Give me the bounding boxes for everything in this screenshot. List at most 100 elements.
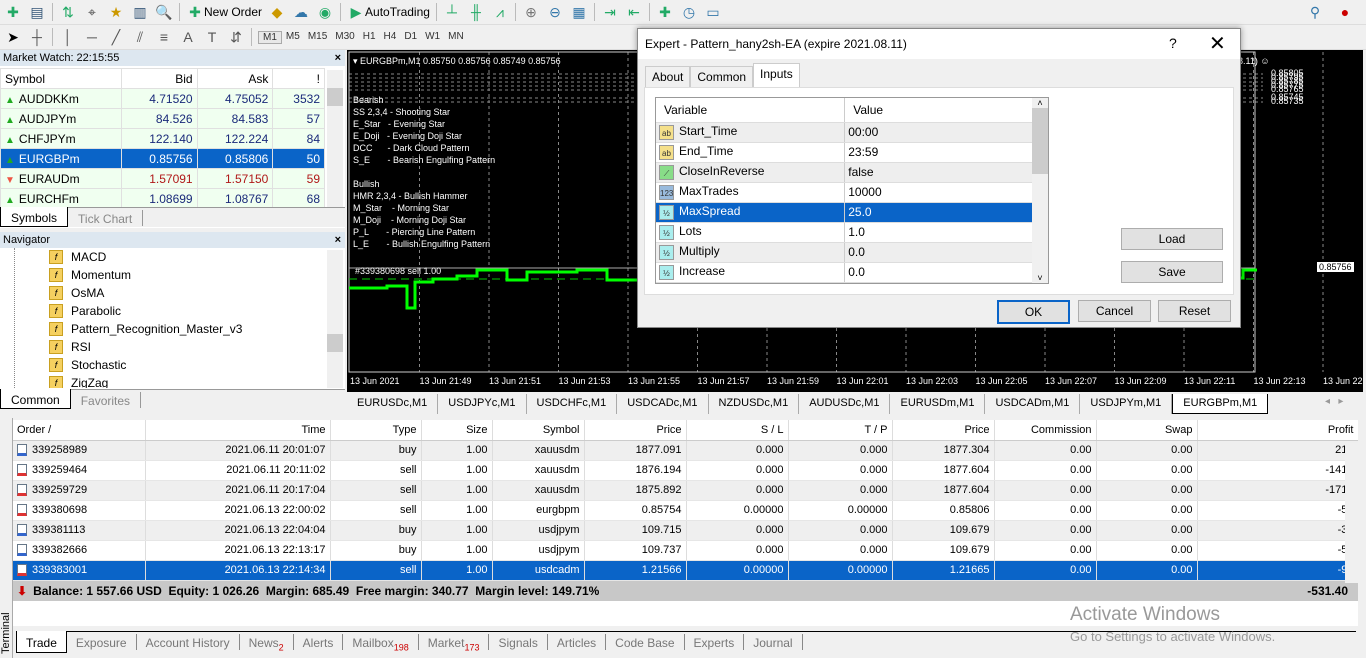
- trendline-icon[interactable]: ╱: [107, 28, 125, 46]
- tab-trade[interactable]: Trade: [16, 631, 67, 653]
- text-icon[interactable]: A: [179, 28, 197, 46]
- timeframe-m30[interactable]: M30: [331, 31, 358, 44]
- navigator-item[interactable]: f ZigZag: [15, 374, 345, 388]
- input-value[interactable]: 0.0: [844, 262, 1034, 283]
- tab-scroll-arrows[interactable]: ◂ ▸: [1325, 396, 1343, 407]
- navigator-item[interactable]: f RSI: [15, 338, 345, 356]
- text-label-icon[interactable]: T: [203, 28, 221, 46]
- input-row[interactable]: ab End_Time 23:59: [656, 142, 1034, 163]
- ok-button[interactable]: OK: [997, 300, 1070, 324]
- tab-account-history[interactable]: Account History: [137, 634, 240, 650]
- tab-articles[interactable]: Articles: [548, 634, 607, 650]
- arrows-icon[interactable]: ⇵: [227, 28, 245, 46]
- horizontal-line-icon[interactable]: ─: [83, 28, 101, 46]
- zoom-out-icon[interactable]: ⊖: [546, 3, 564, 21]
- column-header[interactable]: Swap: [1096, 420, 1198, 441]
- notifications-icon[interactable]: ●: [1336, 3, 1354, 21]
- tab-journal[interactable]: Journal: [744, 634, 803, 650]
- tab-code-base[interactable]: Code Base: [606, 634, 685, 650]
- column-header[interactable]: Symbol: [0, 68, 122, 89]
- timeframe-d1[interactable]: D1: [400, 31, 421, 44]
- load-button[interactable]: Load: [1121, 228, 1223, 250]
- market-watch-icon[interactable]: ⇅: [59, 3, 77, 21]
- chart-shift-icon[interactable]: ⇤: [625, 3, 643, 21]
- column-header[interactable]: S / L: [686, 420, 789, 441]
- chart-tab[interactable]: AUDUSDc,M1: [799, 394, 891, 414]
- cursor-icon[interactable]: ➤: [4, 28, 22, 46]
- column-header[interactable]: Price: [892, 420, 995, 441]
- tab-signals[interactable]: Signals: [489, 634, 548, 650]
- input-row[interactable]: 123 MaxTrades 10000: [656, 182, 1034, 203]
- timeframe-h1[interactable]: H1: [359, 31, 380, 44]
- equidistant-channel-icon[interactable]: ⫽: [131, 28, 149, 46]
- timeframe-m5[interactable]: M5: [282, 31, 304, 44]
- input-value[interactable]: 23:59: [844, 142, 1034, 163]
- cancel-button[interactable]: Cancel: [1078, 300, 1151, 322]
- column-header[interactable]: Bid: [120, 68, 198, 89]
- navigator-item[interactable]: f Stochastic: [15, 356, 345, 374]
- chart-tab[interactable]: EURGBPm,M1: [1172, 394, 1269, 414]
- input-row[interactable]: ½ Multiply 0.0: [656, 242, 1034, 263]
- input-row[interactable]: ½ Lots 1.0: [656, 222, 1034, 243]
- reset-button[interactable]: Reset: [1158, 300, 1231, 322]
- tab-mailbox[interactable]: Mailbox198: [343, 634, 419, 652]
- chart-tab[interactable]: EURUSDc,M1: [347, 394, 439, 414]
- candlestick-icon[interactable]: ╫: [467, 3, 485, 21]
- help-button[interactable]: ?: [1169, 35, 1177, 51]
- column-header[interactable]: Symbol: [492, 420, 585, 441]
- symbol-row[interactable]: ▲ AUDDKKm 4.71520 4.75052 3532: [0, 88, 325, 109]
- symbol-row[interactable]: ▲ CHFJPYm 122.140 122.224 84: [0, 128, 325, 149]
- tab-market[interactable]: Market173: [419, 634, 490, 652]
- templates-icon[interactable]: ▭: [704, 3, 722, 21]
- navigator-item[interactable]: f OsMA: [15, 284, 345, 302]
- chart-tab[interactable]: USDCHFc,M1: [527, 394, 618, 414]
- scrollbar[interactable]: ˄ ˅: [1032, 98, 1048, 283]
- input-value[interactable]: 1.0: [844, 222, 1034, 243]
- scrollbar[interactable]: [327, 250, 343, 388]
- timeframe-h4[interactable]: H4: [380, 31, 401, 44]
- tile-windows-icon[interactable]: ▦: [570, 3, 588, 21]
- trade-row[interactable]: 339258989 2021.06.11 20:01:07 buy 1.00 xauus…: [13, 440, 1358, 461]
- tab-tick-chart[interactable]: Tick Chart: [68, 210, 144, 226]
- close-button[interactable]: ✕: [1209, 31, 1226, 56]
- column-header[interactable]: Ask: [196, 68, 274, 89]
- indicators-icon[interactable]: ✚: [656, 3, 674, 21]
- close-icon[interactable]: ×: [335, 50, 341, 66]
- periods-icon[interactable]: ◷: [680, 3, 698, 21]
- terminal-icon[interactable]: ▥: [131, 3, 149, 21]
- tab-symbols[interactable]: Symbols: [0, 207, 69, 227]
- input-value[interactable]: 10000: [844, 182, 1034, 203]
- column-header[interactable]: Size: [421, 420, 493, 441]
- crosshair-tool-icon[interactable]: ┼: [28, 28, 46, 46]
- tab-favorites[interactable]: Favorites: [71, 392, 142, 408]
- input-row[interactable]: ½ Increase 0.0: [656, 262, 1034, 283]
- trade-row[interactable]: 339383001 2021.06.13 22:14:34 sell 1.00 usdc…: [13, 560, 1358, 581]
- tab-inputs[interactable]: Inputs: [753, 63, 800, 88]
- tab-common[interactable]: Common: [0, 389, 71, 409]
- tab-experts[interactable]: Experts: [685, 634, 745, 650]
- navigator-item[interactable]: f MACD: [15, 248, 345, 266]
- tab-about[interactable]: About: [645, 66, 691, 88]
- column-header[interactable]: Profit: [1197, 420, 1358, 441]
- autotrading-button[interactable]: ▶ AutoTrading: [347, 3, 430, 21]
- chart-tab[interactable]: USDCADm,M1: [985, 394, 1081, 414]
- input-value[interactable]: false: [844, 162, 1034, 183]
- input-value[interactable]: 0.0: [844, 242, 1034, 263]
- vps-icon[interactable]: ☁: [292, 3, 310, 21]
- scrollbar[interactable]: [327, 70, 343, 207]
- zoom-in-icon[interactable]: ⊕: [522, 3, 540, 21]
- column-header[interactable]: Type: [330, 420, 422, 441]
- column-header[interactable]: T / P: [788, 420, 893, 441]
- trade-row[interactable]: 339381113 2021.06.13 22:04:04 buy 1.00 usdjp…: [13, 520, 1358, 541]
- symbol-row[interactable]: ▲ EURGBPm 0.85756 0.85806 50: [0, 148, 325, 169]
- tab-news[interactable]: News2: [240, 634, 294, 652]
- crosshair-icon[interactable]: ⌖: [83, 3, 101, 21]
- bar-chart-icon[interactable]: ┴: [443, 3, 461, 21]
- line-chart-icon[interactable]: ⩘: [491, 3, 509, 21]
- timeframe-mn[interactable]: MN: [444, 31, 468, 44]
- input-value[interactable]: 00:00: [844, 122, 1034, 143]
- chart-tab[interactable]: USDCADc,M1: [617, 394, 709, 414]
- timeframe-w1[interactable]: W1: [421, 31, 444, 44]
- signals-icon[interactable]: ◉: [316, 3, 334, 21]
- timeframe-m15[interactable]: M15: [304, 31, 331, 44]
